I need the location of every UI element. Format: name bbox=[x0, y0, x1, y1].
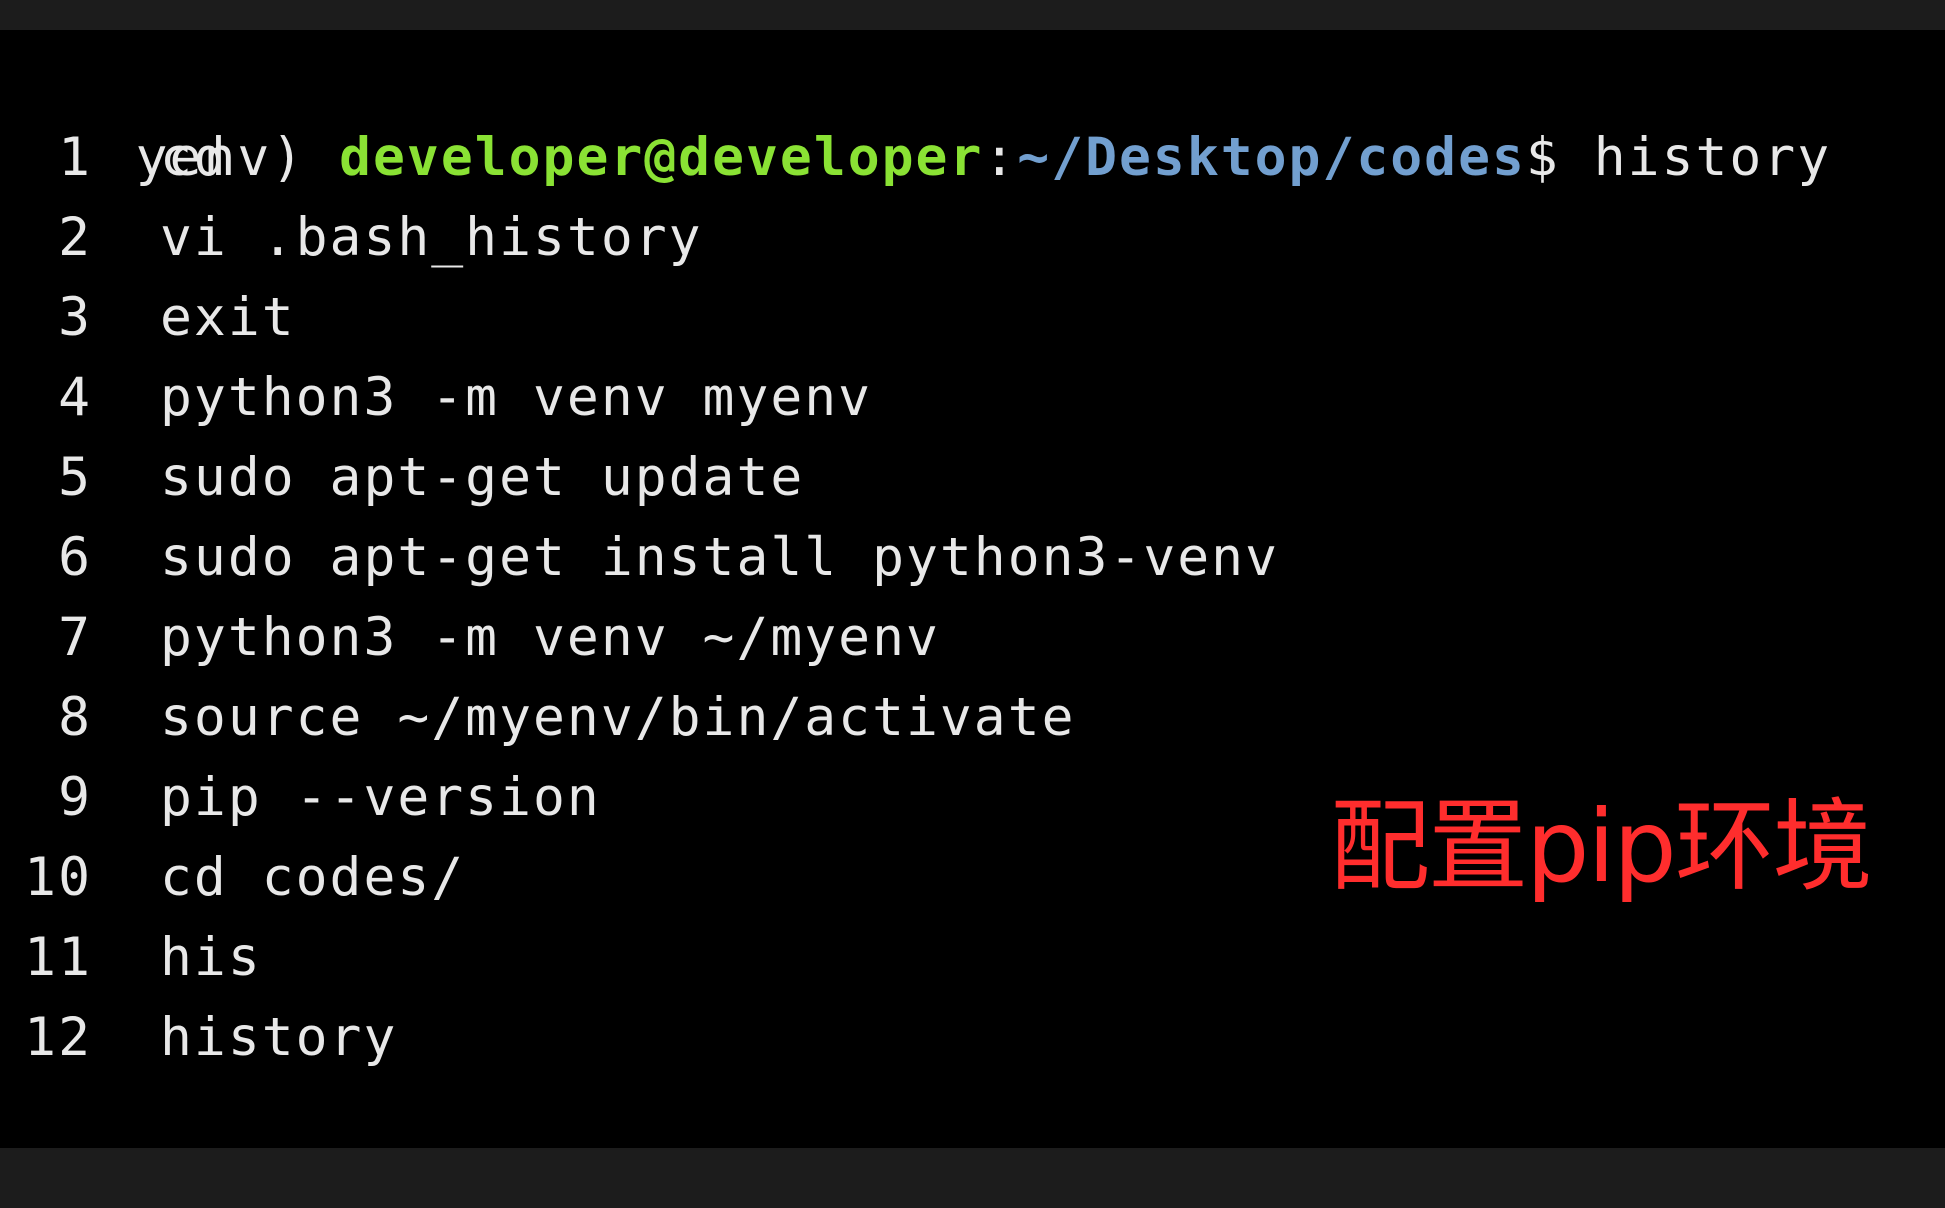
history-entry: 7 python3 -m venv ~/myenv bbox=[0, 598, 940, 678]
history-command: python3 -m venv myenv bbox=[160, 367, 873, 428]
history-number: 2 bbox=[58, 207, 92, 268]
history-number: 9 bbox=[58, 767, 92, 828]
history-command: sudo apt-get update bbox=[160, 447, 805, 508]
history-command: history bbox=[160, 1007, 398, 1068]
entered-command: history bbox=[1559, 127, 1832, 188]
prompt-user-host: developer@developer bbox=[339, 127, 984, 188]
history-entry: 8 source ~/myenv/bin/activate bbox=[0, 678, 1076, 758]
prompt-line: yenv) developer@developer:~/Desktop/code… bbox=[0, 38, 1831, 188]
history-number: 1 bbox=[58, 127, 92, 188]
history-number: 11 bbox=[24, 927, 92, 988]
history-entry: 12 history bbox=[0, 998, 397, 1078]
history-entry: 6 sudo apt-get install python3-venv bbox=[0, 518, 1279, 598]
prompt-path: ~/Desktop/codes bbox=[1017, 127, 1526, 188]
history-command: his bbox=[160, 927, 262, 988]
history-entry: 9 pip --version bbox=[0, 758, 601, 838]
history-command: python3 -m venv ~/myenv bbox=[160, 607, 940, 668]
prompt-line-current: yenv) developer@developer:~/Desktop/code… bbox=[0, 1076, 1602, 1148]
history-entry: 11 his bbox=[0, 918, 262, 998]
overlay-caption: 配置pip环境 bbox=[1330, 788, 1873, 905]
history-entry: 5 sudo apt-get update bbox=[0, 438, 804, 518]
history-command: sudo apt-get install python3-venv bbox=[160, 527, 1279, 588]
history-number: 12 bbox=[24, 1007, 92, 1068]
history-command: exit bbox=[160, 287, 296, 348]
history-number: 7 bbox=[58, 607, 92, 668]
prompt-colon: : bbox=[983, 127, 1018, 188]
history-entry: 10 cd codes/ bbox=[0, 838, 465, 918]
history-command: cd codes/ bbox=[160, 847, 466, 908]
history-entry: 1 cd bbox=[0, 118, 228, 198]
history-number: 3 bbox=[58, 287, 92, 348]
video-frame-bottom-bar bbox=[0, 1148, 1945, 1208]
history-entry: 3 exit bbox=[0, 278, 296, 358]
history-number: 5 bbox=[58, 447, 92, 508]
terminal-window[interactable]: yenv) developer@developer:~/Desktop/code… bbox=[0, 30, 1945, 1148]
history-number: 6 bbox=[58, 527, 92, 588]
history-command: vi .bash_history bbox=[160, 207, 703, 268]
history-number: 4 bbox=[58, 367, 92, 428]
history-number: 8 bbox=[58, 687, 92, 748]
prompt-dollar: $ bbox=[1525, 127, 1560, 188]
history-number: 10 bbox=[24, 847, 92, 908]
history-command: pip --version bbox=[160, 767, 601, 828]
history-command: cd bbox=[160, 127, 228, 188]
history-entry: 4 python3 -m venv myenv bbox=[0, 358, 872, 438]
video-frame-top-bar bbox=[0, 0, 1945, 30]
history-command: source ~/myenv/bin/activate bbox=[160, 687, 1076, 748]
history-entry: 2 vi .bash_history bbox=[0, 198, 703, 278]
